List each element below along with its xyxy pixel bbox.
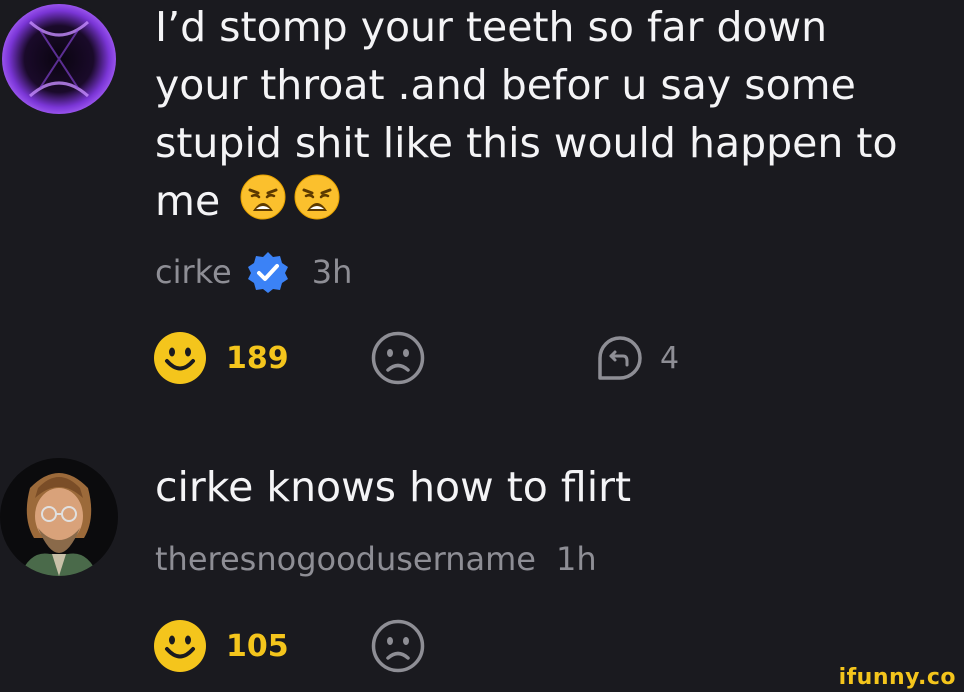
comment-line: your throat .and befor u say some [155, 61, 856, 109]
smile-icon [154, 620, 206, 672]
reply-icon [598, 336, 642, 380]
reply-button[interactable]: 4 [592, 330, 679, 386]
frown-button[interactable] [370, 330, 426, 386]
frown-button[interactable] [370, 618, 426, 674]
smile-count: 189 [226, 340, 289, 376]
commenter-avatar[interactable] [0, 458, 118, 576]
username[interactable]: cirke [155, 253, 232, 291]
comment-meta: cirke 3h [155, 250, 352, 294]
username[interactable]: theresnogoodusername [155, 540, 536, 578]
smile-button[interactable]: 105 [152, 618, 289, 674]
watermark: ifunny.co [838, 665, 956, 690]
verified-badge-icon [246, 250, 290, 294]
frown-icon [371, 331, 425, 385]
weary-face-emoji [239, 173, 287, 236]
timestamp: 3h [311, 253, 353, 291]
comment-line: stupid shit like this would happen to [155, 119, 898, 167]
comment-line: me [155, 172, 898, 236]
comment-text: I’d stomp your teeth so far down your th… [155, 0, 898, 236]
comment-line: I’d stomp your teeth so far down [155, 3, 828, 51]
comment-text: cirke knows how to flirt [155, 463, 632, 511]
smile-count: 105 [226, 628, 289, 664]
comment-line-text: me [155, 177, 221, 225]
comment-meta: theresnogoodusername 1h [155, 537, 597, 581]
reply-count: 4 [660, 340, 680, 376]
weary-face-emoji [293, 173, 341, 236]
smile-icon [154, 332, 206, 384]
commenter-avatar[interactable] [0, 0, 118, 118]
timestamp: 1h [555, 540, 597, 578]
frown-icon [371, 619, 425, 673]
smile-button[interactable]: 189 [152, 330, 289, 386]
